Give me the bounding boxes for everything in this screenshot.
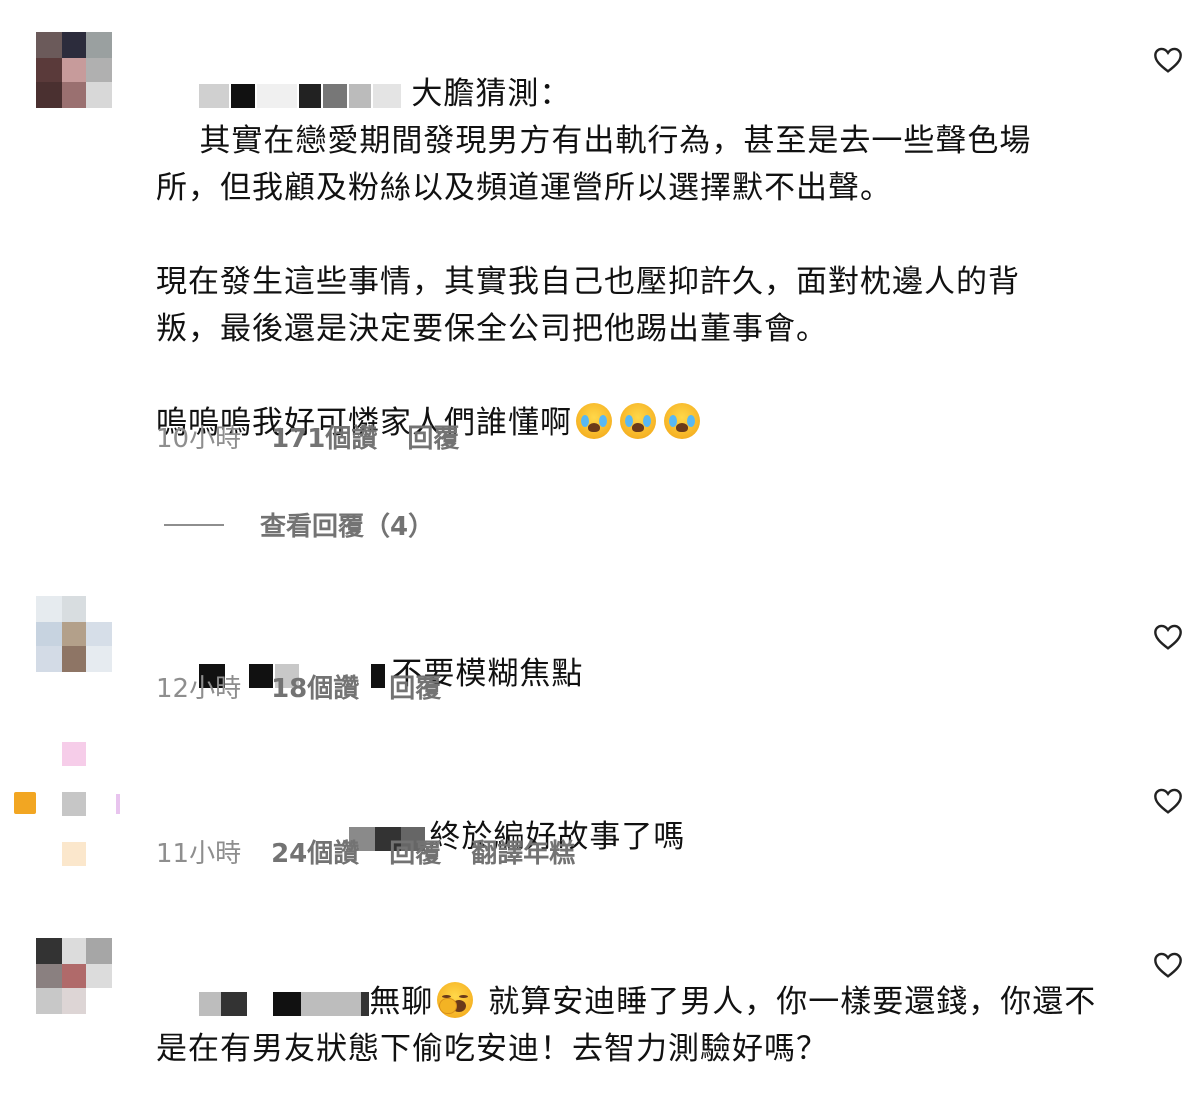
- reply-button[interactable]: 回覆: [389, 668, 441, 705]
- view-replies-button[interactable]: 查看回覆（4）: [164, 506, 434, 543]
- view-replies-label: 查看回覆（4）: [260, 512, 435, 542]
- comment-body-text: 其實在戀愛期間發現男方有出軌行為，甚至是去一些聲色場 所，但我顧及粉絲以及頻道運…: [156, 123, 1032, 441]
- heart-icon[interactable]: [1152, 949, 1184, 981]
- like-count[interactable]: 24個讚: [271, 833, 359, 870]
- reply-button[interactable]: 回覆: [407, 418, 459, 455]
- comment-time: 10小時: [156, 424, 242, 454]
- crying-face-icon: [664, 403, 700, 439]
- comment-time: 12小時: [156, 674, 242, 704]
- avatar[interactable]: [36, 596, 112, 672]
- comment-content-c: 是在有男友狀態下偷吃安迪！去智力測驗好嗎？: [156, 1031, 828, 1067]
- comment-meta: 11小時 24個讚 回覆 翻譯年糕: [156, 833, 575, 870]
- comment-text: 無聊 就算安迪睡了男人，你一樣要還錢，你還不是在有男友狀態下偷吃安迪！去智力測驗…: [156, 932, 1116, 1120]
- crying-face-icon: [576, 403, 612, 439]
- comment-content-b: 就算安迪睡了男人，你一樣要還錢，你還不: [477, 984, 1097, 1020]
- reply-button[interactable]: 回覆: [389, 833, 441, 870]
- divider-line: [164, 523, 224, 526]
- heart-icon[interactable]: [1152, 44, 1184, 76]
- like-count[interactable]: 18個讚: [271, 668, 359, 705]
- comment-meta: 12小時 18個讚 回覆: [156, 668, 441, 705]
- heart-icon[interactable]: [1152, 785, 1184, 817]
- avatar[interactable]: [14, 742, 124, 870]
- crying-face-icon: [620, 403, 656, 439]
- translate-button[interactable]: 翻譯年糕: [471, 833, 575, 870]
- yawning-face-icon: [437, 982, 474, 1018]
- like-count[interactable]: 171個讚: [271, 418, 377, 455]
- heart-icon[interactable]: [1152, 621, 1184, 653]
- comment-meta: 10小時 171個讚 回覆: [156, 418, 459, 455]
- avatar[interactable]: [36, 938, 112, 1014]
- comment-time: 11小時: [156, 839, 242, 869]
- blurred-username[interactable]: [199, 991, 222, 1016]
- comment-content-a: 無聊: [369, 984, 434, 1020]
- avatar[interactable]: [36, 32, 112, 108]
